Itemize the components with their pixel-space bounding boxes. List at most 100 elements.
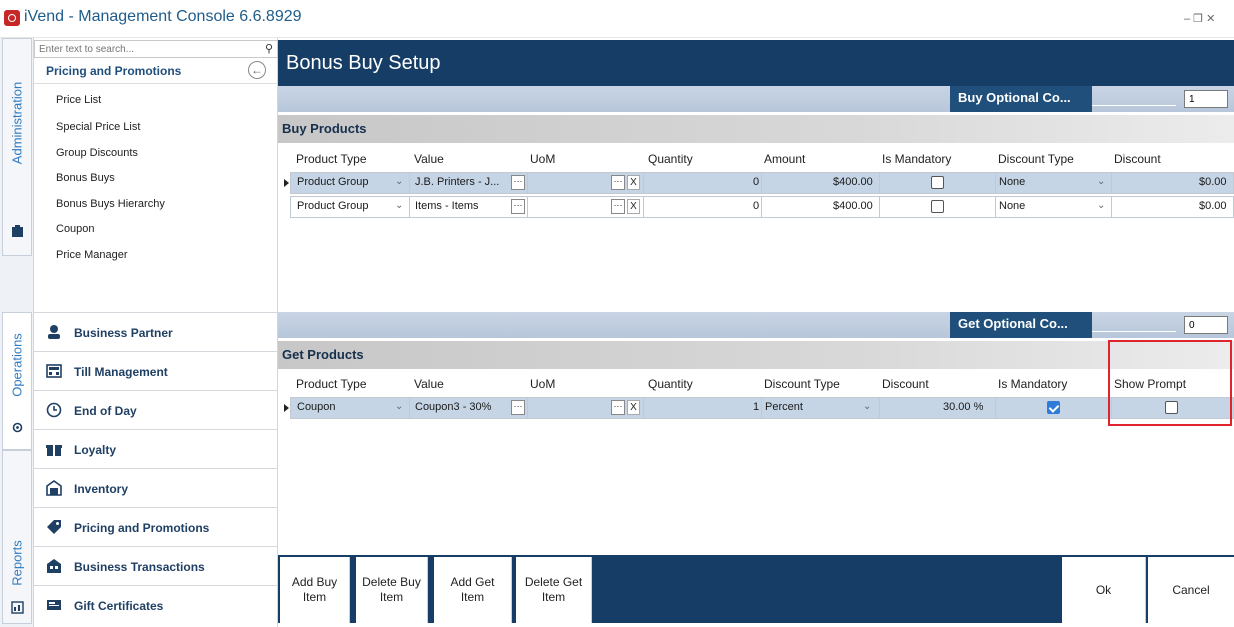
cell-discount[interactable]: $0.00 [1199, 200, 1227, 212]
table-row[interactable]: Coupon ⌄ Coupon3 - 30% ··· ··· X 1 Perce… [284, 397, 1234, 419]
cell-value[interactable]: J.B. Printers - J... [415, 176, 499, 188]
nav-item-bonus-buys-hierarchy[interactable]: Bonus Buys Hierarchy [56, 198, 165, 210]
col-uom: UoM [530, 377, 556, 391]
delete-buy-item-button[interactable]: Delete Buy Item [356, 557, 428, 623]
ellipsis-button[interactable]: ··· [511, 199, 525, 214]
col-amount: Amount [764, 152, 806, 166]
app-logo-icon [4, 10, 20, 26]
page-title: Bonus Buy Setup [286, 52, 441, 74]
gift-icon [46, 445, 62, 456]
module-loyalty[interactable]: Loyalty [34, 429, 278, 468]
search-icon[interactable]: ⚲ [265, 42, 273, 55]
col-product-type: Product Type [296, 152, 367, 166]
tab-operations[interactable]: Operations [2, 312, 32, 450]
buy-optional-underline [1092, 105, 1176, 106]
clear-uom-button[interactable]: X [627, 400, 640, 415]
cell-product-type[interactable]: Product Group [297, 176, 369, 188]
add-buy-item-button[interactable]: Add Buy Item [280, 557, 350, 623]
table-row[interactable]: Product Group ⌄ Items - Items ··· ··· X … [290, 196, 1234, 218]
search-input[interactable] [34, 40, 278, 58]
cell-discount-type[interactable]: Percent [765, 401, 803, 413]
gear-icon [12, 422, 23, 433]
title-bar: iVend - Management Console 6.6.8929 – ❐ … [0, 0, 1234, 38]
cell-discount-type[interactable]: None [999, 200, 1025, 212]
tab-reports-label: Reports [9, 540, 25, 586]
module-till-management[interactable]: Till Management [34, 351, 278, 390]
col-divider [409, 197, 410, 217]
cell-discount[interactable]: 30.00 % [943, 401, 983, 413]
module-pricing-and-promotions[interactable]: Pricing and Promotions [34, 507, 278, 546]
report-icon [11, 601, 24, 614]
nav-item-special-price-list[interactable]: Special Price List [56, 121, 140, 133]
cell-quantity[interactable]: 0 [753, 176, 759, 188]
tab-reports[interactable]: Reports [2, 450, 32, 624]
admin-icon [12, 225, 23, 237]
cell-discount[interactable]: $0.00 [1199, 176, 1227, 188]
cell-discount-type[interactable]: None [999, 176, 1025, 188]
window-controls[interactable]: – ❐ ✕ [1184, 12, 1215, 25]
clear-uom-button[interactable]: X [627, 175, 640, 190]
uom-ellipsis-button[interactable]: ··· [611, 175, 625, 190]
module-business-transactions[interactable]: Business Transactions [34, 546, 278, 585]
delete-get-item-button[interactable]: Delete Get Item [516, 557, 592, 623]
ellipsis-button[interactable]: ··· [511, 400, 525, 415]
tab-administration[interactable]: Administration [2, 38, 32, 256]
table-row[interactable]: Product Group ⌄ J.B. Printers - J... ···… [284, 172, 1234, 194]
col-divider [1111, 197, 1112, 217]
cell-product-type[interactable]: Coupon [297, 401, 336, 413]
col-divider [643, 398, 644, 418]
col-discount-type: Discount Type [764, 377, 840, 391]
col-product-type: Product Type [296, 377, 367, 391]
col-value: Value [414, 377, 444, 391]
col-divider [761, 173, 762, 193]
col-divider [409, 173, 410, 193]
button-label: Ok [1095, 582, 1112, 597]
chevron-down-icon[interactable]: ⌄ [395, 176, 403, 187]
get-optional-input[interactable] [1184, 316, 1228, 334]
nav-item-group-discounts[interactable]: Group Discounts [56, 147, 138, 159]
col-is-mandatory: Is Mandatory [882, 152, 952, 166]
mandatory-checkbox[interactable] [1047, 401, 1060, 414]
module-business-partner[interactable]: Business Partner [34, 312, 278, 351]
module-inventory[interactable]: Inventory [34, 468, 278, 507]
mandatory-checkbox[interactable] [931, 200, 944, 213]
buy-products-title: Buy Products [282, 121, 367, 136]
cell-value[interactable]: Coupon3 - 30% [415, 401, 491, 413]
chevron-down-icon[interactable]: ⌄ [1097, 200, 1105, 211]
uom-ellipsis-button[interactable]: ··· [611, 199, 625, 214]
nav-item-price-manager[interactable]: Price Manager [56, 249, 128, 261]
till-icon [46, 364, 62, 378]
business-partner-icon [48, 325, 60, 339]
chevron-down-icon[interactable]: ⌄ [863, 401, 871, 412]
cell-value[interactable]: Items - Items [415, 200, 479, 212]
chevron-down-icon[interactable]: ⌄ [1097, 176, 1105, 187]
nav-item-price-list[interactable]: Price List [56, 94, 101, 106]
buy-optional-input[interactable] [1184, 90, 1228, 108]
cell-amount[interactable]: $400.00 [833, 200, 873, 212]
chevron-down-icon[interactable]: ⌄ [395, 401, 403, 412]
cell-product-type[interactable]: Product Group [297, 200, 369, 212]
module-end-of-day[interactable]: End of Day [34, 390, 278, 429]
clock-icon [46, 402, 62, 418]
back-arrow-icon[interactable]: ← [248, 61, 266, 79]
warehouse-icon [46, 480, 62, 496]
cell-quantity[interactable]: 0 [753, 200, 759, 212]
module-gift-certificates[interactable]: Gift Certificates [34, 585, 278, 624]
row-pointer-icon [284, 404, 289, 412]
cell-quantity[interactable]: 1 [753, 401, 759, 413]
clear-uom-button[interactable]: X [627, 199, 640, 214]
cancel-button[interactable]: Cancel [1148, 557, 1234, 623]
ellipsis-button[interactable]: ··· [511, 175, 525, 190]
col-value: Value [414, 152, 444, 166]
nav-item-coupon[interactable]: Coupon [56, 223, 95, 235]
chevron-down-icon[interactable]: ⌄ [395, 200, 403, 211]
tab-administration-label: Administration [9, 81, 25, 165]
uom-ellipsis-button[interactable]: ··· [611, 400, 625, 415]
add-get-item-button[interactable]: Add Get Item [434, 557, 512, 623]
tab-operations-label: Operations [9, 333, 25, 397]
cell-amount[interactable]: $400.00 [833, 176, 873, 188]
ok-button[interactable]: Ok [1062, 557, 1146, 623]
tag-icon [47, 520, 61, 534]
mandatory-checkbox[interactable] [931, 176, 944, 189]
nav-item-bonus-buys[interactable]: Bonus Buys [56, 172, 115, 184]
